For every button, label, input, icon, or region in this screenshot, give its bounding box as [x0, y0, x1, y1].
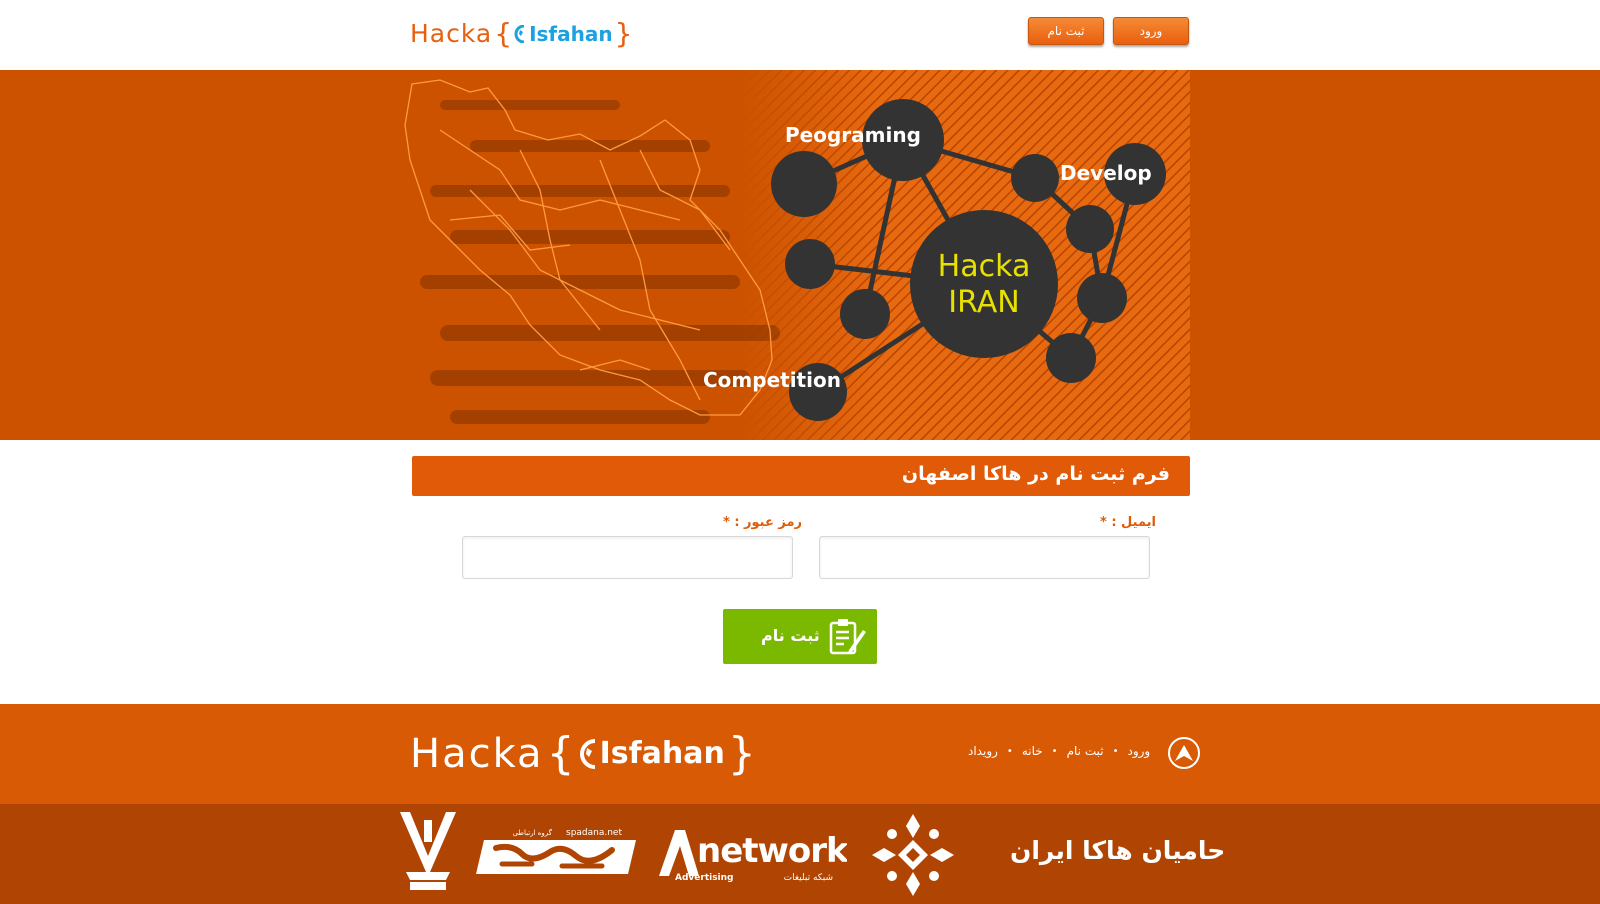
scroll-to-top-button[interactable]	[1168, 737, 1200, 769]
password-input[interactable]	[462, 536, 793, 579]
footer-nav-login[interactable]: ورود	[1127, 744, 1150, 758]
svg-text:spadana.net: spadana.net	[566, 828, 622, 838]
footer-sponsors: حامیان هاکا ایران network Advertising شب…	[0, 804, 1600, 904]
label-programming: Peograming	[785, 123, 921, 147]
footer-nav: ورود • ثبت نام • خانه • رویداد	[968, 744, 1150, 758]
logo-close-brace: }	[614, 17, 633, 50]
email-input[interactable]	[819, 536, 1150, 579]
footer-nav-separator: •	[1006, 745, 1013, 757]
footer-nav-event[interactable]: رویداد	[968, 744, 998, 758]
register-button[interactable]: ثبت نام	[1028, 17, 1104, 45]
email-label: ایمیل : *	[1100, 515, 1157, 530]
logo-hacka-text: Hacka	[410, 19, 493, 48]
footer-nav-separator: •	[1112, 745, 1119, 757]
sponsor-logo-ornament[interactable]	[870, 812, 956, 898]
logo-open-brace: {	[494, 17, 513, 50]
footer-logo-city: Isfahan	[599, 736, 725, 771]
sponsor-logo-spadana[interactable]: spadana.net گروه ارتباطی	[472, 824, 640, 884]
globe-icon	[514, 24, 525, 43]
footer-nav-home[interactable]: خانه	[1022, 744, 1043, 758]
submit-register-button[interactable]: ثبت نام	[723, 609, 877, 664]
footer-top: Hacka { Isfahan } ورود • ثبت نام • خانه …	[0, 704, 1600, 804]
sponsors-title: حامیان هاکا ایران	[1010, 836, 1226, 865]
footer-logo-close-brace: }	[727, 728, 756, 779]
login-button[interactable]: ورود	[1113, 17, 1189, 45]
sponsor-logo-university[interactable]	[400, 810, 456, 894]
svg-text:گروه ارتباطی: گروه ارتباطی	[513, 828, 553, 837]
svg-text:Advertising: Advertising	[675, 873, 734, 882]
svg-text:شبکه تبلیغات: شبکه تبلیغات	[784, 873, 833, 882]
iran-map-outline	[404, 79, 773, 416]
arrow-up-icon	[1175, 745, 1193, 761]
form-title: فرم ثبت نام در هاکا اصفهان	[901, 463, 1170, 485]
submit-register-label: ثبت نام	[761, 626, 820, 645]
footer-logo[interactable]: Hacka { Isfahan }	[410, 728, 759, 779]
logo-city-text: Isfahan	[529, 21, 613, 46]
label-develop: Develop	[1060, 161, 1152, 185]
svg-text:network: network	[697, 831, 847, 871]
footer-logo-open-brace: {	[546, 728, 575, 779]
footer-nav-register[interactable]: ثبت نام	[1067, 744, 1104, 758]
password-label: رمز عبور : *	[723, 515, 803, 530]
hero-banner: Peograming Develop Competition Hacka IRA…	[0, 70, 1600, 440]
center-label-hacka: Hacka	[938, 249, 1031, 284]
footer-nav-separator: •	[1051, 745, 1058, 757]
header: Hacka { Isfahan } ثبت نام ورود	[0, 0, 1600, 70]
footer-globe-icon	[579, 738, 595, 769]
center-label-iran: IRAN	[948, 285, 1019, 320]
form-title-bar: فرم ثبت نام در هاکا اصفهان	[412, 456, 1190, 496]
label-competition: Competition	[703, 368, 841, 392]
banner-graphic: Peograming Develop Competition Hacka IRA…	[404, 70, 1190, 440]
site-logo[interactable]: Hacka { Isfahan }	[410, 17, 634, 50]
footer-logo-hacka: Hacka	[410, 730, 544, 777]
clipboard-edit-icon	[829, 619, 866, 655]
sponsor-logo-anetwork[interactable]: network Advertising شبکه تبلیغات	[655, 826, 847, 882]
